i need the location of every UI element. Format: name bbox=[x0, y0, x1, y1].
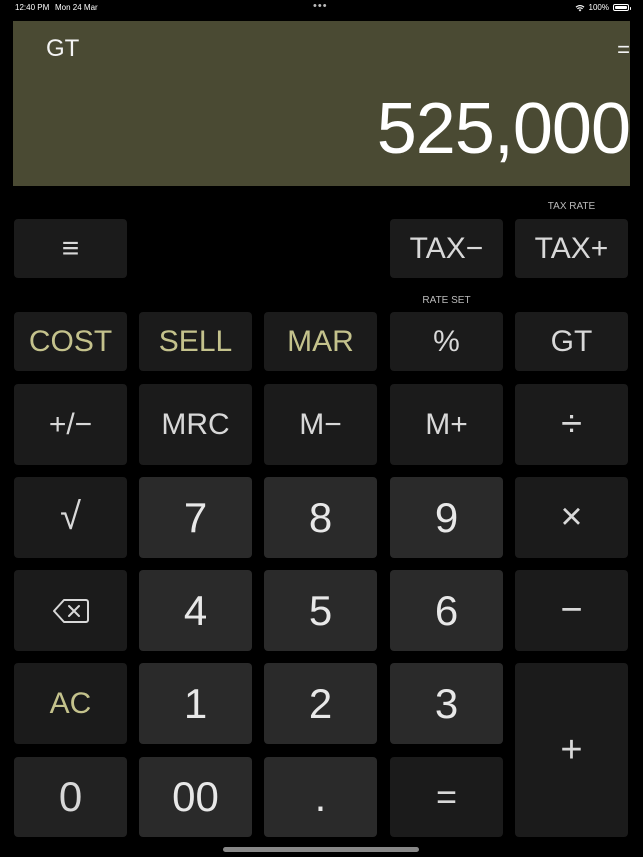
digit-3-button[interactable]: 3 bbox=[390, 663, 503, 744]
calculator-display: GT = 525,000 bbox=[13, 21, 631, 186]
status-date: Mon 24 Mar bbox=[55, 3, 98, 12]
digit-7-button[interactable]: 7 bbox=[139, 477, 252, 558]
digit-9-button[interactable]: 9 bbox=[390, 477, 503, 558]
digit-1-button[interactable]: 1 bbox=[139, 663, 252, 744]
sell-button[interactable]: SELL bbox=[139, 312, 252, 371]
rate-set-caption: RATE SET bbox=[422, 295, 471, 306]
cost-button[interactable]: COST bbox=[14, 312, 127, 371]
menu-icon: ≡ bbox=[61, 231, 80, 265]
grand-total-button[interactable]: GT bbox=[515, 312, 628, 371]
double-zero-button[interactable]: 00 bbox=[139, 757, 252, 837]
square-root-button[interactable]: √ bbox=[14, 477, 127, 558]
margin-button[interactable]: MAR bbox=[264, 312, 377, 371]
subtract-button[interactable]: − bbox=[515, 570, 628, 651]
status-bar: 12:40 PM Mon 24 Mar ••• 100% bbox=[0, 0, 643, 16]
digit-2-button[interactable]: 2 bbox=[264, 663, 377, 744]
grand-total-indicator: GT bbox=[46, 35, 80, 62]
percent-button[interactable]: % bbox=[390, 312, 503, 371]
wifi-icon bbox=[575, 4, 584, 11]
menu-button[interactable]: ≡ bbox=[14, 219, 127, 278]
battery-percent: 100% bbox=[588, 3, 609, 12]
digit-0-button[interactable]: 0 bbox=[14, 757, 127, 837]
plus-minus-button[interactable]: +/− bbox=[14, 384, 127, 465]
backspace-button[interactable] bbox=[14, 570, 127, 651]
tax-minus-button[interactable]: TAX− bbox=[390, 219, 503, 278]
digit-6-button[interactable]: 6 bbox=[390, 570, 503, 651]
tax-rate-caption: TAX RATE bbox=[547, 201, 596, 212]
status-time: 12:40 PM bbox=[15, 3, 50, 12]
tax-plus-button[interactable]: TAX+ bbox=[515, 219, 628, 278]
equals-indicator: = bbox=[617, 37, 630, 62]
status-right: 100% bbox=[575, 3, 631, 12]
equals-button[interactable]: = bbox=[390, 757, 503, 837]
divide-button[interactable]: ÷ bbox=[515, 384, 628, 465]
backspace-icon bbox=[52, 598, 89, 623]
decimal-point-button[interactable]: . bbox=[264, 757, 377, 837]
digit-8-button[interactable]: 8 bbox=[264, 477, 377, 558]
all-clear-button[interactable]: AC bbox=[14, 663, 127, 744]
memory-recall-clear-button[interactable]: MRC bbox=[139, 384, 252, 465]
digit-4-button[interactable]: 4 bbox=[139, 570, 252, 651]
memory-plus-button[interactable]: M+ bbox=[390, 384, 503, 465]
add-button[interactable]: + bbox=[515, 663, 628, 837]
multitasking-dots-icon[interactable]: ••• bbox=[313, 0, 328, 12]
multiply-button[interactable]: × bbox=[515, 477, 628, 558]
digit-5-button[interactable]: 5 bbox=[264, 570, 377, 651]
home-indicator[interactable] bbox=[223, 847, 419, 852]
memory-minus-button[interactable]: M− bbox=[264, 384, 377, 465]
battery-icon bbox=[613, 4, 631, 11]
display-value: 525,000 bbox=[376, 89, 631, 169]
